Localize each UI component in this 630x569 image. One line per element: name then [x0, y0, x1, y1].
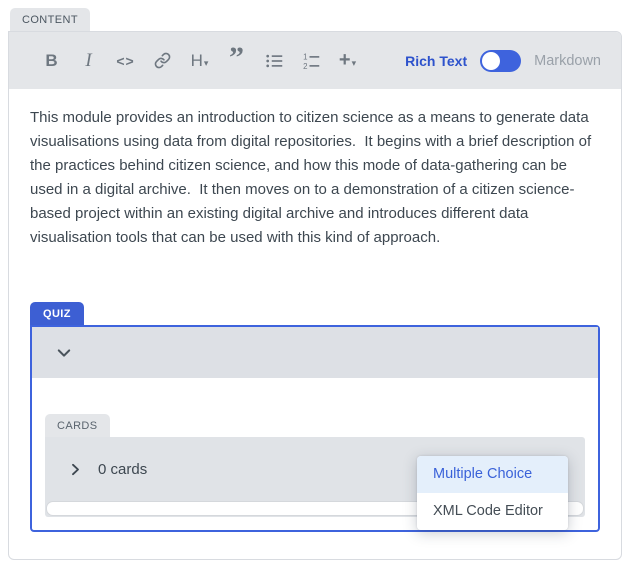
- caret-down-icon: ▾: [204, 58, 209, 69]
- italic-icon: I: [85, 50, 91, 72]
- svg-text:2: 2: [303, 61, 307, 69]
- quiz-section: QUIZ CARDS: [30, 302, 602, 532]
- svg-text:1: 1: [303, 52, 307, 61]
- editor-mode-switch: Rich Text Markdown: [405, 50, 601, 72]
- card-type-dropdown: Multiple Choice XML Code Editor: [417, 456, 568, 530]
- add-block-button[interactable]: + ▾: [329, 43, 366, 79]
- bold-icon: B: [45, 51, 57, 71]
- markdown-label[interactable]: Markdown: [534, 53, 601, 69]
- link-button[interactable]: [144, 43, 181, 79]
- blockquote-button[interactable]: ”: [218, 43, 255, 79]
- chevron-down-icon[interactable]: [55, 344, 73, 362]
- ordered-list-icon: 1 2: [302, 52, 320, 70]
- rich-text-editor-area[interactable]: This module provides an introduction to …: [9, 89, 621, 532]
- code-button[interactable]: <>: [107, 43, 144, 79]
- plus-icon: +: [339, 49, 351, 72]
- italic-button[interactable]: I: [70, 43, 107, 79]
- quiz-collapse-header[interactable]: [32, 327, 598, 378]
- quiz-panel: CARDS 0 cards: [30, 325, 600, 532]
- cards-tab-label: CARDS: [45, 414, 110, 437]
- heading-button[interactable]: H ▾: [181, 43, 218, 79]
- cards-count-label: 0 cards: [98, 461, 147, 478]
- heading-icon: H: [191, 51, 203, 71]
- quiz-tab-label: QUIZ: [30, 302, 84, 325]
- tab-content[interactable]: CONTENT: [10, 8, 90, 31]
- caret-down-icon: ▾: [352, 58, 357, 69]
- link-icon: [154, 52, 171, 69]
- editor-toolbar: B I <> H ▾ ”: [9, 32, 621, 89]
- bullet-list-button[interactable]: [255, 43, 292, 79]
- blockquote-icon: ”: [229, 53, 244, 69]
- chevron-right-icon[interactable]: [68, 462, 83, 477]
- rich-text-markdown-toggle[interactable]: [480, 50, 521, 72]
- bold-button[interactable]: B: [33, 43, 70, 79]
- ordered-list-button[interactable]: 1 2: [292, 43, 329, 79]
- rich-text-label[interactable]: Rich Text: [405, 53, 467, 69]
- module-description-text[interactable]: This module provides an introduction to …: [30, 106, 602, 250]
- bullet-list-icon: [265, 52, 283, 70]
- code-icon: <>: [116, 53, 134, 69]
- dropdown-item-xml-code-editor[interactable]: XML Code Editor: [417, 493, 568, 530]
- toggle-knob: [482, 52, 500, 70]
- dropdown-item-multiple-choice[interactable]: Multiple Choice: [417, 456, 568, 493]
- content-panel: B I <> H ▾ ”: [8, 31, 622, 560]
